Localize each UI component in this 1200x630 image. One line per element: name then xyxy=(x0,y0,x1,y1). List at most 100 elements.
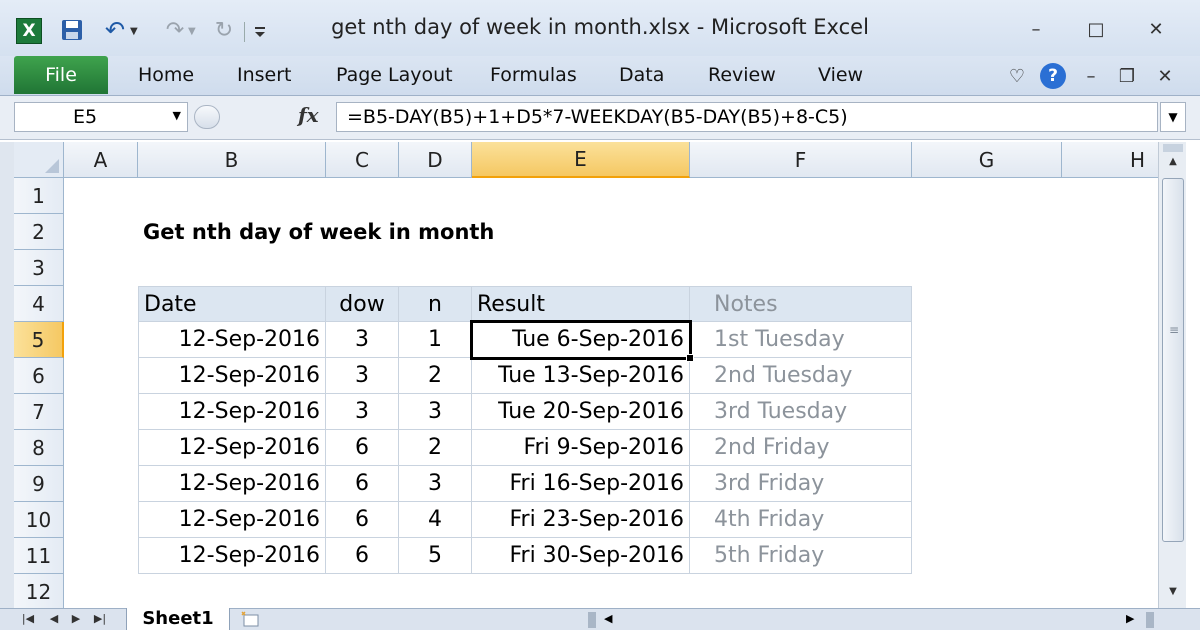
row-header-12[interactable]: 12 xyxy=(14,574,64,608)
first-sheet-icon[interactable]: |◀ xyxy=(18,612,38,628)
cell-dow[interactable]: 3 xyxy=(326,322,399,358)
help-icon[interactable]: ? xyxy=(1040,63,1066,89)
worksheet-grid[interactable]: A B C D E F G H 1 2 3 4 5 6 7 8 9 10 11 … xyxy=(0,142,1158,608)
tab-review[interactable]: Review xyxy=(708,64,776,86)
row-header-11[interactable]: 11 xyxy=(14,538,64,574)
cell-notes[interactable]: 5th Friday xyxy=(690,538,912,574)
window-minimize-icon[interactable]: – xyxy=(1080,62,1102,90)
minimize-ribbon-icon[interactable]: ♡ xyxy=(1006,62,1028,90)
cell-result[interactable]: Tue 13-Sep-2016 xyxy=(472,358,690,394)
table-header-notes[interactable]: Notes xyxy=(690,286,912,322)
row-header-8[interactable]: 8 xyxy=(14,430,64,466)
row-header-2[interactable]: 2 xyxy=(14,214,64,250)
window-close-icon[interactable]: ✕ xyxy=(1154,62,1176,90)
cell-result[interactable]: Fri 9-Sep-2016 xyxy=(472,430,690,466)
formula-bar-splitter[interactable] xyxy=(194,105,220,129)
formula-input[interactable]: =B5-DAY(B5)+1+D5*7-WEEKDAY(B5-DAY(B5)+8-… xyxy=(336,102,1158,132)
cell-notes[interactable]: 2nd Tuesday xyxy=(690,358,912,394)
cell-date[interactable]: 12-Sep-2016 xyxy=(138,430,326,466)
cell-dow[interactable]: 6 xyxy=(326,466,399,502)
tab-home[interactable]: Home xyxy=(138,64,194,86)
cell-notes[interactable]: 4th Friday xyxy=(690,502,912,538)
name-box[interactable]: E5 ▼ xyxy=(14,102,188,132)
select-all-corner[interactable] xyxy=(14,142,64,178)
row-header-9[interactable]: 9 xyxy=(14,466,64,502)
sheet-title[interactable]: Get nth day of week in month xyxy=(143,214,494,250)
cell-date[interactable]: 12-Sep-2016 xyxy=(138,322,326,358)
cell-result[interactable]: Fri 30-Sep-2016 xyxy=(472,538,690,574)
prev-sheet-icon[interactable]: ◀ xyxy=(44,612,64,628)
redo-dropdown-icon[interactable]: ▼ xyxy=(188,26,196,37)
cell-dow[interactable]: 6 xyxy=(326,502,399,538)
cell-n[interactable]: 4 xyxy=(399,502,472,538)
cell-n[interactable]: 3 xyxy=(399,394,472,430)
table-header-dow[interactable]: dow xyxy=(326,286,399,322)
column-header-h[interactable]: H xyxy=(1062,142,1158,178)
tab-data[interactable]: Data xyxy=(619,64,664,86)
repeat-icon[interactable]: ↻ xyxy=(210,16,238,44)
hscroll-end-split[interactable] xyxy=(1146,612,1154,628)
column-header-d[interactable]: D xyxy=(399,142,472,178)
row-header-3[interactable]: 3 xyxy=(14,250,64,286)
tab-page-layout[interactable]: Page Layout xyxy=(336,64,453,86)
column-header-f[interactable]: F xyxy=(690,142,912,178)
window-restore-icon[interactable]: ❐ xyxy=(1116,62,1138,90)
row-header-6[interactable]: 6 xyxy=(14,358,64,394)
column-header-b[interactable]: B xyxy=(138,142,326,178)
cell-notes[interactable]: 3rd Friday xyxy=(690,466,912,502)
table-header-n[interactable]: n xyxy=(399,286,472,322)
row-header-5[interactable]: 5 xyxy=(14,322,64,358)
cell-n[interactable]: 2 xyxy=(399,430,472,466)
customize-icon[interactable] xyxy=(252,20,268,44)
horizontal-scroll-track[interactable] xyxy=(622,612,1122,628)
tab-view[interactable]: View xyxy=(818,64,863,86)
vertical-scrollbar[interactable]: ▲ ≡ ▼ xyxy=(1158,142,1186,608)
column-header-e[interactable]: E xyxy=(472,142,690,178)
tab-split-box[interactable] xyxy=(588,612,596,628)
cell-dow[interactable]: 6 xyxy=(326,538,399,574)
cell-n[interactable]: 2 xyxy=(399,358,472,394)
insert-sheet-icon[interactable] xyxy=(240,611,266,629)
fill-handle[interactable] xyxy=(686,354,694,362)
expand-formula-bar-icon[interactable]: ▼ xyxy=(1160,102,1186,132)
scroll-up-icon[interactable]: ▲ xyxy=(1163,156,1183,174)
scroll-right-icon[interactable]: ▶ xyxy=(1126,612,1134,625)
row-header-1[interactable]: 1 xyxy=(14,178,64,214)
cell-result[interactable]: Fri 16-Sep-2016 xyxy=(472,466,690,502)
row-header-4[interactable]: 4 xyxy=(14,286,64,322)
cell-result[interactable]: Tue 6-Sep-2016 xyxy=(472,322,690,358)
cell-date[interactable]: 12-Sep-2016 xyxy=(138,358,326,394)
cell-n[interactable]: 3 xyxy=(399,466,472,502)
column-header-a[interactable]: A xyxy=(64,142,138,178)
cell-n[interactable]: 1 xyxy=(399,322,472,358)
cell-notes[interactable]: 3rd Tuesday xyxy=(690,394,912,430)
cell-result[interactable]: Tue 20-Sep-2016 xyxy=(472,394,690,430)
cell-date[interactable]: 12-Sep-2016 xyxy=(138,394,326,430)
save-icon[interactable] xyxy=(60,18,84,42)
column-header-c[interactable]: C xyxy=(326,142,399,178)
next-sheet-icon[interactable]: ▶ xyxy=(66,612,86,628)
column-header-g[interactable]: G xyxy=(912,142,1062,178)
tab-insert[interactable]: Insert xyxy=(237,64,292,86)
table-header-result[interactable]: Result xyxy=(472,286,690,322)
cell-result[interactable]: Fri 23-Sep-2016 xyxy=(472,502,690,538)
restore-button[interactable]: □ xyxy=(1076,16,1116,42)
close-button[interactable]: ✕ xyxy=(1136,16,1176,42)
minimize-button[interactable]: – xyxy=(1016,16,1056,42)
undo-icon[interactable]: ↶ xyxy=(100,16,130,44)
insert-function-icon[interactable]: fx xyxy=(298,103,319,127)
scroll-left-icon[interactable]: ◀ xyxy=(604,612,612,625)
row-header-10[interactable]: 10 xyxy=(14,502,64,538)
cell-date[interactable]: 12-Sep-2016 xyxy=(138,502,326,538)
cell-date[interactable]: 12-Sep-2016 xyxy=(138,538,326,574)
split-box[interactable] xyxy=(1163,144,1183,152)
excel-logo-icon[interactable]: X xyxy=(16,18,42,44)
cell-n[interactable]: 5 xyxy=(399,538,472,574)
undo-dropdown-icon[interactable]: ▼ xyxy=(130,26,138,37)
tab-formulas[interactable]: Formulas xyxy=(490,64,577,86)
cell-dow[interactable]: 3 xyxy=(326,358,399,394)
cell-notes[interactable]: 1st Tuesday xyxy=(690,322,912,358)
cell-dow[interactable]: 6 xyxy=(326,430,399,466)
redo-icon[interactable]: ↷ xyxy=(160,16,190,44)
sheet-tab-active[interactable]: Sheet1 xyxy=(126,608,230,630)
